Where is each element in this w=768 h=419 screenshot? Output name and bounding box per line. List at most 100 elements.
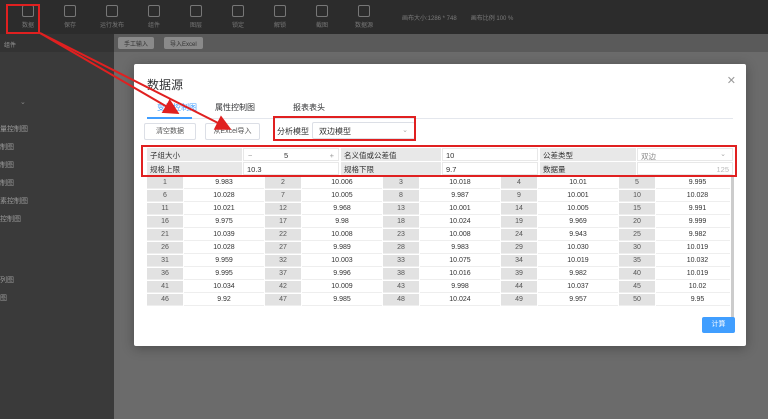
- table-index-cell: 42: [265, 281, 301, 293]
- toolbar-screenshot-button[interactable]: 截图: [304, 5, 340, 29]
- table-index-cell: 40: [619, 268, 655, 280]
- table-value-cell[interactable]: 9.999: [656, 216, 730, 228]
- table-index-cell: 13: [383, 203, 419, 215]
- table-value-cell[interactable]: 9.995: [184, 268, 264, 280]
- data-table: 1 9.983 2 10.006 3 10.018 4 10.01 5 9.995 6 10.028 7…: [147, 176, 730, 320]
- table-index-cell: 36: [147, 268, 183, 280]
- table-value-cell[interactable]: 9.982: [656, 229, 730, 241]
- table-value-cell[interactable]: 10.008: [420, 229, 500, 241]
- table-value-cell[interactable]: 9.95: [656, 294, 730, 306]
- import-from-excel-button[interactable]: 从Excel导入: [205, 123, 260, 140]
- sidebar-item[interactable]: 制图: [0, 142, 14, 152]
- table-value-cell[interactable]: 9.983: [420, 242, 500, 254]
- table-value-cell[interactable]: 9.989: [302, 242, 382, 254]
- table-value-cell[interactable]: 9.998: [420, 281, 500, 293]
- close-icon[interactable]: ✕: [727, 74, 736, 87]
- table-value-cell[interactable]: 10.030: [538, 242, 618, 254]
- sidebar-head: 组件: [0, 34, 114, 52]
- table-value-cell[interactable]: 9.982: [538, 268, 618, 280]
- table-value-cell[interactable]: 9.98: [302, 216, 382, 228]
- table-value-cell[interactable]: 10.005: [302, 190, 382, 202]
- table-value-cell[interactable]: 9.996: [302, 268, 382, 280]
- annotation-box-model: [273, 116, 416, 141]
- table-value-cell[interactable]: 10.005: [538, 203, 618, 215]
- table-index-cell: 21: [147, 229, 183, 241]
- sidebar-item[interactable]: 列图: [0, 275, 14, 285]
- table-value-cell[interactable]: 10.019: [656, 268, 730, 280]
- manual-input-button[interactable]: 手工输入: [118, 37, 155, 49]
- toolbar-component-button[interactable]: 组件: [136, 5, 172, 29]
- table-value-cell[interactable]: 9.943: [538, 229, 618, 241]
- screenshot-icon: [316, 5, 328, 17]
- table-value-cell[interactable]: 10.075: [420, 255, 500, 267]
- table-index-cell: 3: [383, 177, 419, 189]
- table-value-cell[interactable]: 10.024: [420, 216, 500, 228]
- table-value-cell[interactable]: 10.028: [184, 190, 264, 202]
- table-value-cell[interactable]: 9.975: [184, 216, 264, 228]
- table-value-cell[interactable]: 10.028: [656, 190, 730, 202]
- toolbar-publish-button[interactable]: 运行发布: [94, 5, 130, 29]
- table-value-cell[interactable]: 9.987: [420, 190, 500, 202]
- table-value-cell[interactable]: 9.957: [538, 294, 618, 306]
- tab-active-indicator: [147, 117, 192, 119]
- toolbar-save-button[interactable]: 保存: [52, 5, 88, 29]
- table-value-cell[interactable]: 10.01: [538, 177, 618, 189]
- table-value-cell[interactable]: 10.018: [420, 177, 500, 189]
- import-excel-button[interactable]: 导入Excel: [164, 37, 203, 49]
- table-value-cell[interactable]: 10.02: [656, 281, 730, 293]
- table-value-cell[interactable]: 9.92: [184, 294, 264, 306]
- table-value-cell[interactable]: 10.019: [538, 255, 618, 267]
- table-value-cell[interactable]: 10.034: [184, 281, 264, 293]
- table-value-cell[interactable]: 10.016: [420, 268, 500, 280]
- table-value-cell[interactable]: 10.019: [656, 242, 730, 254]
- canvas-scale-text: 画布比例 100 %: [470, 15, 514, 22]
- sidebar-item[interactable]: 图: [0, 293, 7, 303]
- datasource-icon: [358, 5, 370, 17]
- table-index-cell: 19: [501, 216, 537, 228]
- sidebar-item[interactable]: 控制图: [0, 214, 21, 224]
- table-index-cell: 41: [147, 281, 183, 293]
- tab-attribute-chart[interactable]: 属性控制图: [215, 102, 255, 113]
- table-row: 21 10.039 22 10.008 23 10.008 24 9.943 25 9.982: [147, 229, 730, 241]
- table-value-cell[interactable]: 9.991: [656, 203, 730, 215]
- table-value-cell[interactable]: 10.039: [184, 229, 264, 241]
- table-value-cell[interactable]: 10.032: [656, 255, 730, 267]
- calculate-button[interactable]: 计算: [702, 317, 735, 333]
- toolbar-layer-button[interactable]: 图层: [178, 5, 214, 29]
- table-index-cell: 29: [501, 242, 537, 254]
- table-value-cell[interactable]: 10.028: [184, 242, 264, 254]
- table-value-cell[interactable]: 9.983: [184, 177, 264, 189]
- table-value-cell[interactable]: 10.006: [302, 177, 382, 189]
- layer-icon: [190, 5, 202, 17]
- table-index-cell: 20: [619, 216, 655, 228]
- table-scrollbar[interactable]: [731, 176, 734, 320]
- table-value-cell[interactable]: 9.968: [302, 203, 382, 215]
- table-index-cell: 10: [619, 190, 655, 202]
- table-value-cell[interactable]: 9.959: [184, 255, 264, 267]
- dialog-title: 数据源: [147, 78, 184, 92]
- sidebar-item[interactable]: 素控制图: [0, 196, 28, 206]
- table-value-cell[interactable]: 10.001: [538, 190, 618, 202]
- sidebar-item[interactable]: 制图: [0, 178, 14, 188]
- table-index-cell: 4: [501, 177, 537, 189]
- tab-report-header[interactable]: 报表表头: [293, 102, 325, 113]
- toolbar-lock-button[interactable]: 锁定: [220, 5, 256, 29]
- table-value-cell[interactable]: 10.021: [184, 203, 264, 215]
- toolbar-unlock-button[interactable]: 解锁: [262, 5, 298, 29]
- tab-variable-chart[interactable]: 变量控制图: [157, 102, 197, 113]
- toolbar-datasource-button[interactable]: 数据源: [346, 5, 382, 29]
- sidebar-item[interactable]: 量控制图: [0, 124, 28, 134]
- table-value-cell[interactable]: 10.008: [302, 229, 382, 241]
- table-value-cell[interactable]: 10.001: [420, 203, 500, 215]
- table-value-cell[interactable]: 9.995: [656, 177, 730, 189]
- table-value-cell[interactable]: 9.969: [538, 216, 618, 228]
- chevron-down-icon[interactable]: ⌄: [20, 98, 26, 106]
- sidebar-item[interactable]: 制图: [0, 160, 14, 170]
- table-value-cell[interactable]: 9.985: [302, 294, 382, 306]
- table-value-cell[interactable]: 10.037: [538, 281, 618, 293]
- table-index-cell: 7: [265, 190, 301, 202]
- table-value-cell[interactable]: 10.024: [420, 294, 500, 306]
- clear-data-button[interactable]: 清空数据: [144, 123, 196, 140]
- table-value-cell[interactable]: 10.003: [302, 255, 382, 267]
- table-value-cell[interactable]: 10.009: [302, 281, 382, 293]
